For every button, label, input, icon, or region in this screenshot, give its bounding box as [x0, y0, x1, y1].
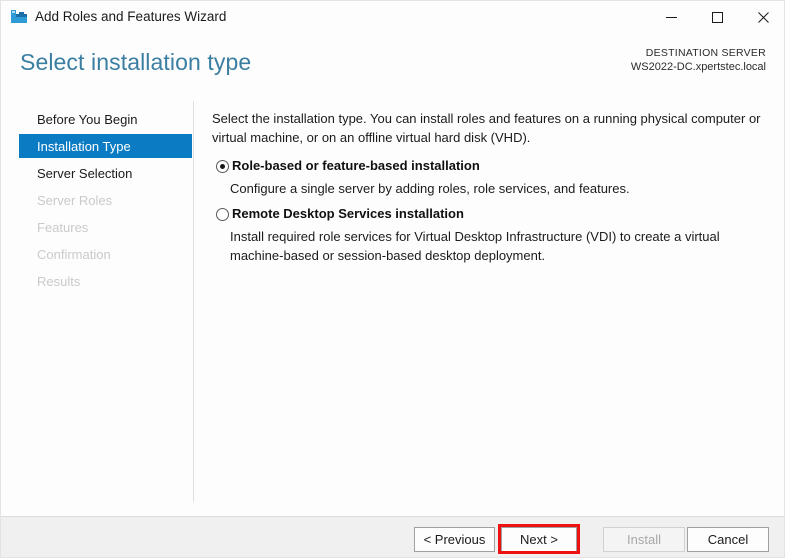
previous-button[interactable]: < Previous	[414, 527, 495, 552]
wizard-nav: Before You Begin Installation Type Serve…	[1, 97, 193, 516]
page-header: Select installation type DESTINATION SER…	[1, 33, 784, 97]
page-title: Select installation type	[20, 49, 252, 75]
destination-server-label: DESTINATION SERVER	[645, 47, 766, 59]
option-role-based[interactable]: Role-based or feature-based installation…	[212, 157, 764, 196]
option-remote-desktop-label[interactable]: Remote Desktop Services installation	[232, 205, 464, 223]
option-role-based-label[interactable]: Role-based or feature-based installation	[232, 157, 480, 175]
option-role-based-description: Configure a single server by adding role…	[230, 181, 630, 196]
footer-bar: < Previous Next > Install Cancel	[1, 516, 784, 557]
next-button[interactable]: Next >	[501, 527, 577, 552]
maximize-icon[interactable]	[694, 1, 740, 33]
option-remote-desktop[interactable]: Remote Desktop Services installation Ins…	[212, 205, 764, 263]
destination-server-block: DESTINATION SERVER WS2022-DC.xpertstec.l…	[631, 46, 766, 75]
window-title: Add Roles and Features Wizard	[35, 9, 227, 24]
intro-text: Select the installation type. You can in…	[212, 111, 761, 145]
option-remote-desktop-description: Install required role services for Virtu…	[230, 229, 720, 263]
nav-divider	[193, 101, 194, 502]
nav-item-server-roles: Server Roles	[37, 192, 113, 208]
nav-item-before-you-begin[interactable]: Before You Begin	[19, 107, 192, 131]
server-toolbox-icon	[10, 8, 28, 26]
minimize-icon[interactable]	[648, 1, 694, 33]
title-bar: Add Roles and Features Wizard	[1, 1, 784, 33]
nav-item-server-selection[interactable]: Server Selection	[19, 161, 192, 185]
nav-item-features: Features	[37, 219, 89, 235]
destination-server-name: WS2022-DC.xpertstec.local	[630, 61, 766, 73]
close-icon[interactable]	[740, 1, 784, 33]
radio-remote-desktop[interactable]	[216, 208, 229, 221]
wizard-window: Add Roles and Features Wizard Select ins…	[0, 0, 785, 558]
radio-role-based[interactable]	[216, 160, 229, 173]
install-button: Install	[603, 527, 685, 552]
cancel-button[interactable]: Cancel	[687, 527, 769, 552]
nav-item-results: Results	[37, 273, 81, 289]
body-area: Before You Begin Installation Type Serve…	[1, 97, 784, 516]
nav-item-confirmation: Confirmation	[37, 246, 111, 262]
window-controls	[648, 1, 784, 33]
nav-item-installation-type[interactable]: Installation Type	[19, 134, 192, 158]
